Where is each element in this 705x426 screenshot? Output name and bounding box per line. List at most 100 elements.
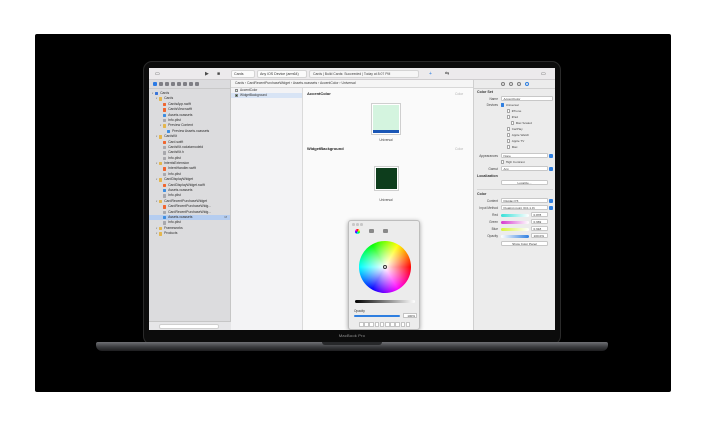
navigator-item[interactable]: ▾ Products (149, 231, 230, 236)
device-checkbox[interactable]: CarPlay (507, 127, 523, 131)
sidebar-toggle-icon[interactable]: ▭ (155, 71, 160, 77)
gamut-popup[interactable]: Any (501, 166, 548, 171)
activity-status: Cards | Build Cards: Succeeded | Today a… (309, 70, 419, 78)
swatch[interactable] (405, 322, 411, 327)
play-icon[interactable]: ▶ (205, 71, 209, 77)
device-checkbox[interactable]: Mac (507, 145, 518, 149)
color-wheel-mode-icon[interactable] (355, 229, 360, 234)
green-value[interactable]: 0.969 (531, 219, 548, 224)
sliders-mode-icon[interactable] (369, 229, 374, 233)
swatch[interactable] (395, 322, 400, 327)
red-slider[interactable] (501, 214, 529, 217)
blue-slider[interactable] (501, 228, 529, 231)
device-checkbox[interactable]: Apple Watch (507, 133, 529, 137)
zoom-dot-icon[interactable] (360, 223, 363, 226)
appearances-popup-arrow-icon[interactable] (549, 153, 553, 158)
device-checkbox[interactable]: iPad (507, 115, 518, 119)
color-header: Color (477, 192, 487, 196)
accent-color-well[interactable] (371, 103, 401, 135)
color-set-header: Color Set (477, 90, 493, 94)
attributes-inspector-icon[interactable] (524, 82, 529, 86)
folder-icon (158, 162, 163, 166)
devices-label: Devices (486, 103, 498, 107)
color-wheel-cursor[interactable] (383, 265, 387, 269)
name-field[interactable]: AccentColor (501, 96, 553, 101)
show-color-panel-button[interactable]: Show Color Panel (501, 241, 548, 246)
toolbar: ▭ ▶ ■ Cards Any iOS Device (arm64) Cards… (149, 68, 555, 80)
stop-icon[interactable]: ■ (217, 71, 220, 77)
brightness-slider[interactable] (355, 300, 415, 303)
navigator-filter-bar (149, 321, 231, 330)
history-inspector-icon[interactable] (508, 82, 513, 86)
symbol-icon[interactable] (165, 82, 169, 86)
inspector-toggle-icon[interactable]: ▭ (541, 71, 546, 77)
widget-background-well[interactable] (374, 166, 399, 191)
test-icon[interactable] (183, 82, 187, 86)
green-slider[interactable] (501, 221, 529, 224)
color-picker-panel[interactable]: Opacity 100% (348, 220, 420, 330)
widget-background-swatch (376, 168, 397, 189)
swatch[interactable] (390, 322, 395, 327)
swatch[interactable] (364, 322, 369, 327)
inspector-tabs (474, 80, 555, 89)
swift-icon (162, 167, 167, 171)
picker-opacity-label: Opacity (354, 309, 365, 313)
swatch[interactable] (369, 322, 374, 327)
appearances-popup[interactable]: None (501, 153, 548, 158)
device-checkbox[interactable]: iPhone (507, 109, 521, 113)
device-label: MacBook Pro (338, 333, 366, 338)
content-popup-arrow-icon[interactable] (549, 198, 553, 203)
palettes-mode-icon[interactable] (383, 229, 388, 233)
input-method-popup[interactable]: Floating point (0.0-1.0) (501, 205, 548, 210)
folder-icon (158, 178, 163, 182)
content-popup[interactable]: Display P3 (501, 198, 548, 203)
device-checkbox[interactable]: Mac Scaled (511, 121, 532, 125)
color-swatch-row (359, 322, 411, 327)
opacity-slider[interactable] (501, 235, 529, 238)
input-method-popup-arrow-icon[interactable] (549, 205, 553, 210)
asset-set-item[interactable]: WidgetBackground (231, 93, 302, 98)
swatch[interactable] (379, 322, 385, 327)
source-control-icon[interactable] (159, 82, 163, 86)
proj-icon (154, 92, 159, 96)
filter-input[interactable] (159, 324, 219, 329)
jump-bar[interactable]: Cards › CardRecentPurchaseWidget › Asset… (231, 80, 473, 88)
code-review-icon[interactable]: ⇆ (445, 71, 449, 77)
widget-background-title: WidgetBackground (307, 146, 344, 151)
high-contrast-checkbox[interactable]: High Contrast (501, 160, 525, 164)
localize-button[interactable]: Localize... (501, 180, 548, 185)
device-checkbox[interactable]: Universal (501, 103, 519, 107)
find-icon[interactable] (171, 82, 175, 86)
help-inspector-icon[interactable] (516, 82, 521, 86)
project-navigator-icon[interactable] (153, 82, 157, 86)
name-label: Name (489, 97, 498, 101)
red-value[interactable]: 0.878 (531, 212, 548, 217)
asset-set-label: WidgetBackground (240, 93, 267, 97)
close-dot-icon[interactable] (352, 223, 355, 226)
destination-selector[interactable]: Any iOS Device (arm64) (257, 70, 307, 78)
device-checkbox[interactable]: Apple TV (507, 139, 524, 143)
breakpoint-icon[interactable] (195, 82, 199, 86)
picker-opacity-value[interactable]: 100% (403, 313, 417, 318)
file-icon (162, 151, 167, 155)
file-inspector-icon[interactable] (500, 82, 505, 86)
gamut-popup-arrow-icon[interactable] (549, 166, 553, 171)
assets-icon (162, 189, 167, 193)
swift-icon (162, 108, 167, 112)
library-plus-icon[interactable]: + (429, 71, 432, 77)
swatch[interactable] (374, 322, 380, 327)
swatch[interactable] (384, 322, 390, 327)
minimize-dot-icon[interactable] (356, 223, 359, 226)
appearances-label: Appearances (479, 154, 498, 158)
asset-set-list: AccentColor WidgetBackground (231, 88, 303, 330)
debug-icon[interactable] (189, 82, 193, 86)
swatch[interactable] (400, 322, 406, 327)
swift-icon (162, 205, 167, 209)
issue-icon[interactable] (177, 82, 181, 86)
opacity-value[interactable]: 100.0% (531, 233, 548, 238)
blue-value[interactable]: 0.918 (531, 226, 548, 231)
picker-opacity-slider[interactable] (354, 315, 400, 317)
blue-label: Blue (491, 227, 498, 231)
scheme-selector[interactable]: Cards (231, 70, 255, 78)
swatch[interactable] (359, 322, 364, 327)
